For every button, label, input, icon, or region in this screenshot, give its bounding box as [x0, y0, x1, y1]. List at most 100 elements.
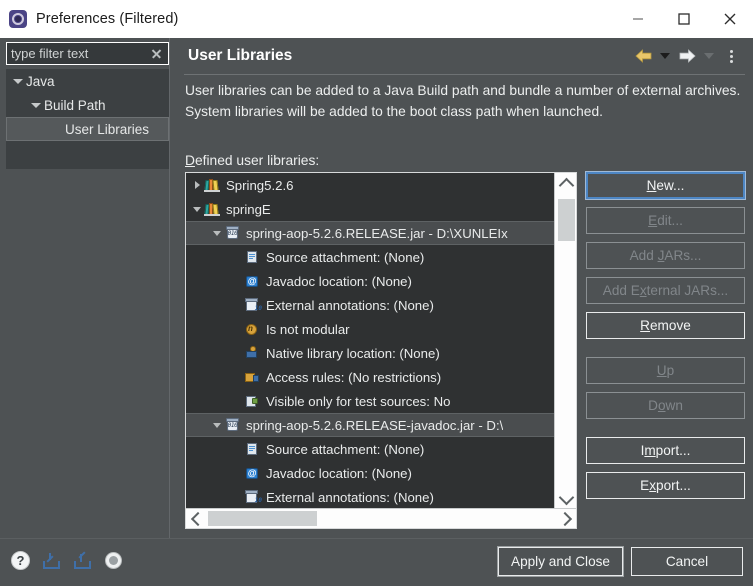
tree-row-label: spring-aop-5.2.6.RELEASE-javadoc.jar - D…	[246, 417, 504, 433]
tree-horizontal-scrollbar[interactable]	[186, 508, 576, 528]
header-divider	[184, 74, 745, 75]
minimize-button[interactable]	[615, 0, 661, 38]
sidebar-item-label: Java	[26, 73, 55, 89]
module-icon: n	[244, 321, 262, 337]
clear-x-icon[interactable]	[149, 46, 165, 62]
defined-label-rest: efined user libraries:	[194, 153, 320, 168]
chevron-left-icon[interactable]	[186, 509, 206, 528]
dialog-footer: ? Apply and Close Cancel	[0, 538, 753, 586]
tree-row[interactable]: 010 spring-aop-5.2.6.RELEASE-javadoc.jar …	[186, 413, 554, 437]
tree-row[interactable]: 10 External annotations: (None)	[186, 293, 554, 317]
test-visibility-icon	[244, 393, 262, 409]
javadoc-icon: @	[246, 276, 258, 287]
tree-row-label: External annotations: (None)	[266, 489, 434, 505]
up-button: Up	[586, 357, 745, 384]
import-preferences-icon[interactable]	[41, 550, 63, 572]
tree-vertical-scrollbar[interactable]	[554, 173, 576, 510]
user-libraries-tree[interactable]: Spring5.2.6 springE 010 spring-aop-5.2.6.RE…	[186, 173, 554, 510]
chevron-down-icon[interactable]	[555, 488, 577, 510]
twisty-expanded-icon[interactable]	[10, 78, 26, 84]
filter-input[interactable]: type filter text	[11, 46, 149, 61]
button-label: Import...	[640, 443, 691, 458]
button-group-spacer	[586, 347, 745, 357]
tree-row-label: Spring5.2.6	[226, 177, 294, 193]
twisty-expanded-icon[interactable]	[190, 206, 204, 212]
user-libraries-tree-container: Spring5.2.6 springE 010 spring-aop-5.2.6.RE…	[185, 172, 577, 529]
tree-row-label: Access rules: (No restrictions)	[266, 369, 442, 385]
javadoc-icon: @	[246, 468, 258, 479]
tree-row[interactable]: @ Javadoc location: (None)	[186, 269, 554, 293]
button-label: Export...	[640, 478, 691, 493]
twisty-expanded-icon[interactable]	[210, 422, 224, 428]
page-title: User Libraries	[188, 47, 293, 64]
tree-row-label: External annotations: (None)	[266, 297, 434, 313]
button-label: Add External JARs...	[602, 283, 729, 298]
sidebar-item-label: Build Path	[44, 97, 106, 113]
sidebar-divider	[169, 38, 170, 538]
sidebar-item-build-path[interactable]: Build Path	[6, 93, 169, 117]
horizontal-scroll-thumb[interactable]	[208, 511, 317, 526]
tree-row-label: spring-aop-5.2.6.RELEASE.jar - D:\XUNLEI…	[246, 225, 508, 241]
tree-row[interactable]: Visible only for test sources: No	[186, 389, 554, 413]
export-preferences-icon[interactable]	[72, 550, 94, 572]
source-attachment-icon	[244, 249, 262, 265]
button-label: Up	[656, 363, 675, 378]
footer-icons: ?	[10, 550, 125, 572]
tree-row[interactable]: 010 spring-aop-5.2.6.RELEASE.jar - D:\XUN…	[186, 221, 554, 245]
maximize-button[interactable]	[661, 0, 707, 38]
import-button[interactable]: Import...	[586, 437, 745, 464]
tree-row[interactable]: Native library location: (None)	[186, 341, 554, 365]
vertical-scroll-thumb[interactable]	[558, 199, 575, 241]
tree-row[interactable]: 10 External annotations: (None)	[186, 485, 554, 509]
tree-row[interactable]: @ Javadoc location: (None)	[186, 461, 554, 485]
button-label: Add JARs...	[629, 248, 702, 263]
tree-row[interactable]: springE	[186, 197, 554, 221]
apply-and-close-button[interactable]: Apply and Close	[497, 546, 624, 577]
tree-row[interactable]: Source attachment: (None)	[186, 245, 554, 269]
kebab-menu-icon[interactable]	[721, 45, 741, 67]
sidebar-item-user-libraries[interactable]: User Libraries	[6, 117, 169, 141]
tree-row[interactable]: Access rules: (No restrictions)	[186, 365, 554, 389]
chevron-up-icon[interactable]	[555, 173, 577, 195]
tree-row-label: Is not modular	[266, 321, 350, 337]
button-group-spacer	[586, 427, 745, 437]
tree-row[interactable]: Source attachment: (None)	[186, 437, 554, 461]
tree-row-label: Javadoc location: (None)	[266, 465, 412, 481]
restore-defaults-icon[interactable]	[103, 550, 125, 572]
add-jars-button: Add JARs...	[586, 242, 745, 269]
library-action-buttons: New... Edit... Add JARs... Add External JAR…	[585, 171, 746, 507]
twisty-collapsed-icon[interactable]	[190, 181, 204, 189]
twisty-expanded-icon[interactable]	[28, 102, 44, 108]
export-button[interactable]: Export...	[586, 472, 745, 499]
page-toolbar	[633, 45, 741, 67]
tree-row[interactable]: Spring5.2.6	[186, 173, 554, 197]
chevron-right-icon[interactable]	[556, 509, 576, 528]
forward-dropdown-chevron-down-icon	[699, 45, 719, 67]
preferences-gear-icon	[9, 10, 27, 28]
new-button[interactable]: New...	[585, 171, 746, 200]
sidebar-item-java[interactable]: Java	[6, 69, 169, 93]
tree-row-label: Visible only for test sources: No	[266, 393, 451, 409]
cancel-button[interactable]: Cancel	[631, 547, 743, 576]
preferences-sidebar: type filter text Java Build Path User Li…	[0, 38, 176, 538]
help-icon[interactable]: ?	[10, 550, 32, 572]
close-button[interactable]	[707, 0, 753, 38]
back-arrow-icon[interactable]	[633, 45, 653, 67]
back-dropdown-chevron-down-icon[interactable]	[655, 45, 675, 67]
filter-text-field[interactable]: type filter text	[6, 42, 169, 65]
remove-button[interactable]: Remove	[586, 312, 745, 339]
jar-icon: 010	[224, 225, 242, 241]
tree-row-label: Native library location: (None)	[266, 345, 440, 361]
annotations-icon: 10	[244, 297, 262, 313]
tree-row[interactable]: nIs not modular	[186, 317, 554, 341]
page-description: User libraries can be added to a Java Bu…	[185, 83, 741, 119]
preferences-tree[interactable]: Java Build Path User Libraries	[6, 69, 169, 169]
window-title: Preferences (Filtered)	[36, 11, 179, 27]
down-button: Down	[586, 392, 745, 419]
library-icon	[204, 201, 222, 217]
preferences-page: User Libraries User libraries can be add…	[176, 38, 753, 538]
twisty-expanded-icon[interactable]	[210, 230, 224, 236]
button-label: New...	[646, 178, 685, 193]
forward-arrow-icon[interactable]	[677, 45, 697, 67]
edit-button: Edit...	[586, 207, 745, 234]
